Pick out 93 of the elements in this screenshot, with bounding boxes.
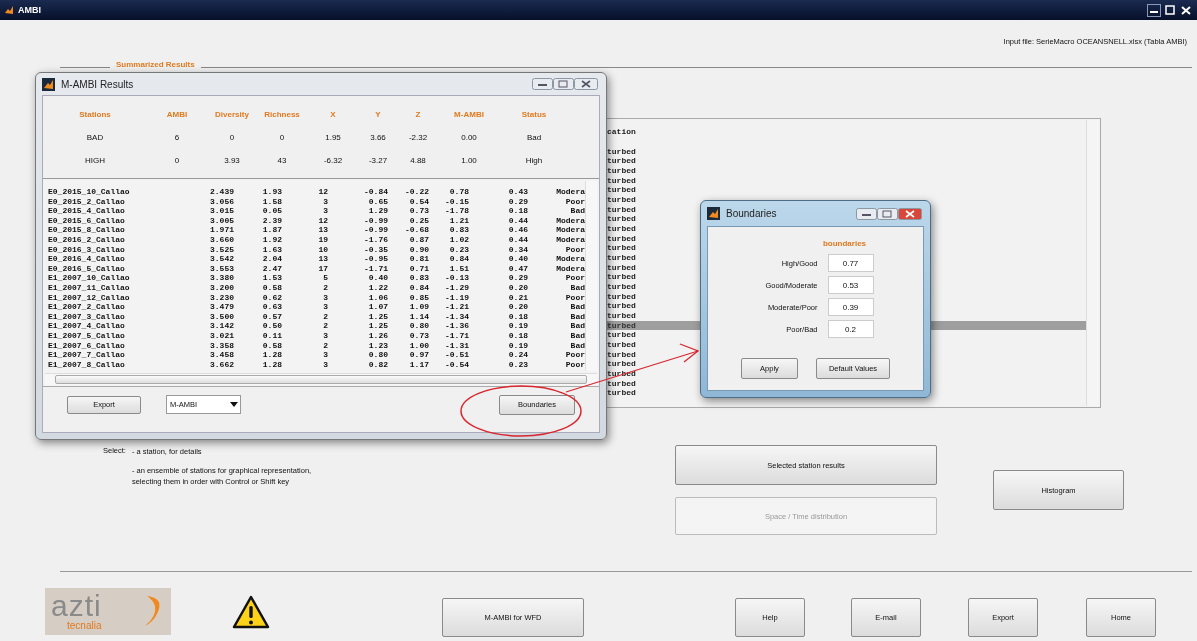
list-row[interactable]: turbed bbox=[607, 175, 636, 186]
reference-value: 0 bbox=[174, 156, 180, 165]
list-row[interactable]: turbed bbox=[607, 166, 636, 176]
list-row[interactable]: turbed bbox=[607, 185, 636, 196]
list-row[interactable]: turbed bbox=[607, 311, 636, 321]
list-row[interactable]: turbed bbox=[607, 359, 636, 370]
boundary-field[interactable]: 0.2 bbox=[827, 320, 874, 338]
list-row[interactable]: turbed bbox=[607, 340, 636, 350]
list-row[interactable]: turbed bbox=[607, 214, 636, 225]
maximize-icon[interactable] bbox=[1163, 3, 1177, 17]
reference-value: BAD bbox=[86, 133, 104, 142]
boundary-field[interactable]: 0.77 bbox=[827, 254, 874, 272]
station-row[interactable]: E0_2015_2_Callao 3.056 1.58 3 0.65 0.54 -0.15 0.29 Poor bbox=[48, 196, 585, 207]
reference-value: High bbox=[525, 156, 543, 165]
warning-icon bbox=[232, 595, 270, 629]
station-row[interactable]: E1_2007_11_Callao 3.200 0.58 2 1.22 0.84 -1.29 0.20 Bad bbox=[48, 282, 585, 293]
column-header: Stations bbox=[79, 110, 111, 119]
list-row[interactable]: turbed bbox=[607, 349, 636, 360]
reference-value: 1.95 bbox=[325, 133, 341, 142]
window-controls-icon[interactable] bbox=[532, 78, 598, 90]
list-header: cation bbox=[607, 127, 636, 137]
company-logo: azti tecnalia bbox=[45, 588, 171, 635]
reference-value: 43 bbox=[277, 156, 287, 165]
station-row[interactable]: E0_2016_5_Callao 3.553 2.47 17 -1.71 0.71 1.51 0.47 Modera bbox=[48, 263, 585, 274]
column-header: X bbox=[330, 110, 336, 119]
app-icon bbox=[42, 77, 55, 91]
station-row[interactable]: E1_2007_2_Callao 3.479 0.63 3 1.07 1.09 -1.21 0.20 Bad bbox=[48, 302, 585, 312]
station-row[interactable]: E1_2007_3_Callao 3.500 0.57 2 1.25 1.14 -1.34 0.18 Bad bbox=[48, 311, 585, 322]
column-header: Diversity bbox=[215, 110, 249, 119]
station-row[interactable]: E1_2007_12_Callao 3.230 0.62 3 1.06 0.85 -1.19 0.21 Poor bbox=[48, 292, 585, 303]
reference-value: 6 bbox=[174, 133, 180, 142]
list-row[interactable]: turbed bbox=[607, 224, 636, 234]
station-row[interactable]: E0_2016_2_Callao 3.660 1.92 19 -1.76 0.87 1.02 0.44 Modera bbox=[48, 234, 585, 245]
list-row[interactable]: turbed bbox=[607, 156, 636, 166]
column-header: AMBI bbox=[166, 110, 188, 119]
station-row[interactable]: E0_2015_6_Callao 3.005 2.39 12 -0.99 0.25 1.21 0.44 Modera bbox=[48, 215, 585, 226]
column-header: M-AMBI bbox=[454, 110, 484, 119]
app-icon bbox=[707, 207, 720, 220]
boundaries-heading: boundaries bbox=[822, 239, 867, 248]
minimize-icon[interactable] bbox=[1147, 3, 1161, 17]
boundary-field[interactable]: 0.39 bbox=[827, 298, 874, 316]
station-row[interactable]: E1_2007_8_Callao 3.662 1.28 3 0.82 1.17 -0.54 0.23 Poor bbox=[48, 359, 585, 370]
list-row[interactable]: turbed bbox=[607, 243, 636, 254]
list-row[interactable]: turbed bbox=[607, 330, 636, 341]
reference-value: 0 bbox=[279, 133, 285, 142]
station-row[interactable]: E1_2007_7_Callao 3.458 1.28 3 0.80 0.97 -0.51 0.24 Poor bbox=[48, 350, 585, 360]
list-row[interactable]: turbed bbox=[607, 272, 636, 283]
reference-value: 3.93 bbox=[224, 156, 240, 165]
list-row[interactable]: turbed bbox=[607, 291, 636, 302]
list-row[interactable]: turbed bbox=[607, 253, 636, 263]
window-title: Boundaries bbox=[726, 208, 777, 219]
station-row[interactable]: E1_2007_5_Callao 3.021 0.11 3 1.26 0.73 -1.71 0.18 Bad bbox=[48, 330, 585, 341]
column-header: Z bbox=[415, 110, 421, 119]
list-row[interactable]: turbed bbox=[607, 233, 636, 244]
station-row[interactable]: E0_2016_4_Callao 3.542 2.04 13 -0.95 0.81 0.84 0.40 Modera bbox=[48, 254, 585, 264]
reference-value: HIGH bbox=[85, 156, 105, 165]
app-icon bbox=[4, 5, 14, 15]
window-controls-icon[interactable] bbox=[856, 207, 922, 220]
reference-value: 1.00 bbox=[461, 156, 477, 165]
list-row[interactable]: turbed bbox=[607, 282, 636, 292]
close-icon[interactable] bbox=[1179, 3, 1193, 17]
reference-value: Bad bbox=[526, 133, 542, 142]
station-row[interactable]: E1_2007_6_Callao 3.358 0.58 2 1.23 1.00 -1.31 0.19 Bad bbox=[48, 340, 585, 351]
window-title: M-AMBI Results bbox=[61, 78, 134, 90]
list-row[interactable]: turbed bbox=[607, 262, 636, 273]
station-row[interactable]: E0_2015_4_Callao 3.015 0.05 3 1.29 0.73 -1.78 0.18 Bad bbox=[48, 206, 585, 216]
station-row[interactable]: E0_2015_10_Callao 2.439 1.93 12 -0.84 -0.22 0.78 0.43 Modera bbox=[48, 187, 585, 197]
list-row[interactable]: turbed bbox=[607, 378, 636, 389]
reference-value: -2.32 bbox=[408, 133, 428, 142]
station-row[interactable]: E1_2007_4_Callao 3.142 0.50 2 1.25 0.80 -1.36 0.19 Bad bbox=[48, 321, 585, 331]
caret-icon bbox=[230, 402, 238, 407]
reference-value: -6.32 bbox=[323, 156, 343, 165]
reference-value: 3.66 bbox=[370, 133, 386, 142]
list-row[interactable]: turbed bbox=[607, 301, 636, 312]
list-row[interactable]: turbed bbox=[607, 204, 636, 215]
reference-value: 0.00 bbox=[461, 133, 477, 142]
column-header: Status bbox=[521, 110, 547, 119]
station-row[interactable]: E1_2007_10_Callao 3.380 1.53 5 0.40 0.83 -0.13 0.29 Poor bbox=[48, 273, 585, 283]
reference-value: 0 bbox=[229, 133, 235, 142]
station-list[interactable] bbox=[43, 178, 599, 387]
reference-value: 4.88 bbox=[410, 156, 426, 165]
station-row[interactable]: E0_2015_8_Callao 1.971 1.87 13 -0.99 -0.68 0.83 0.46 Modera bbox=[48, 225, 585, 235]
list-row[interactable]: turbed bbox=[607, 388, 636, 399]
window-title: AMBI bbox=[18, 5, 41, 15]
list-row[interactable]: turbed bbox=[607, 195, 636, 205]
column-header: Y bbox=[375, 110, 381, 119]
scrollbar[interactable] bbox=[585, 181, 597, 371]
boundary-field[interactable]: 0.53 bbox=[827, 276, 874, 294]
list-row[interactable]: turbed bbox=[607, 146, 636, 157]
column-header: Richness bbox=[264, 110, 300, 119]
scrollbar[interactable] bbox=[45, 373, 597, 385]
station-row[interactable]: E0_2016_3_Callao 3.525 1.63 10 -0.35 0.90 0.23 0.34 Poor bbox=[48, 244, 585, 255]
reference-value: -3.27 bbox=[368, 156, 388, 165]
